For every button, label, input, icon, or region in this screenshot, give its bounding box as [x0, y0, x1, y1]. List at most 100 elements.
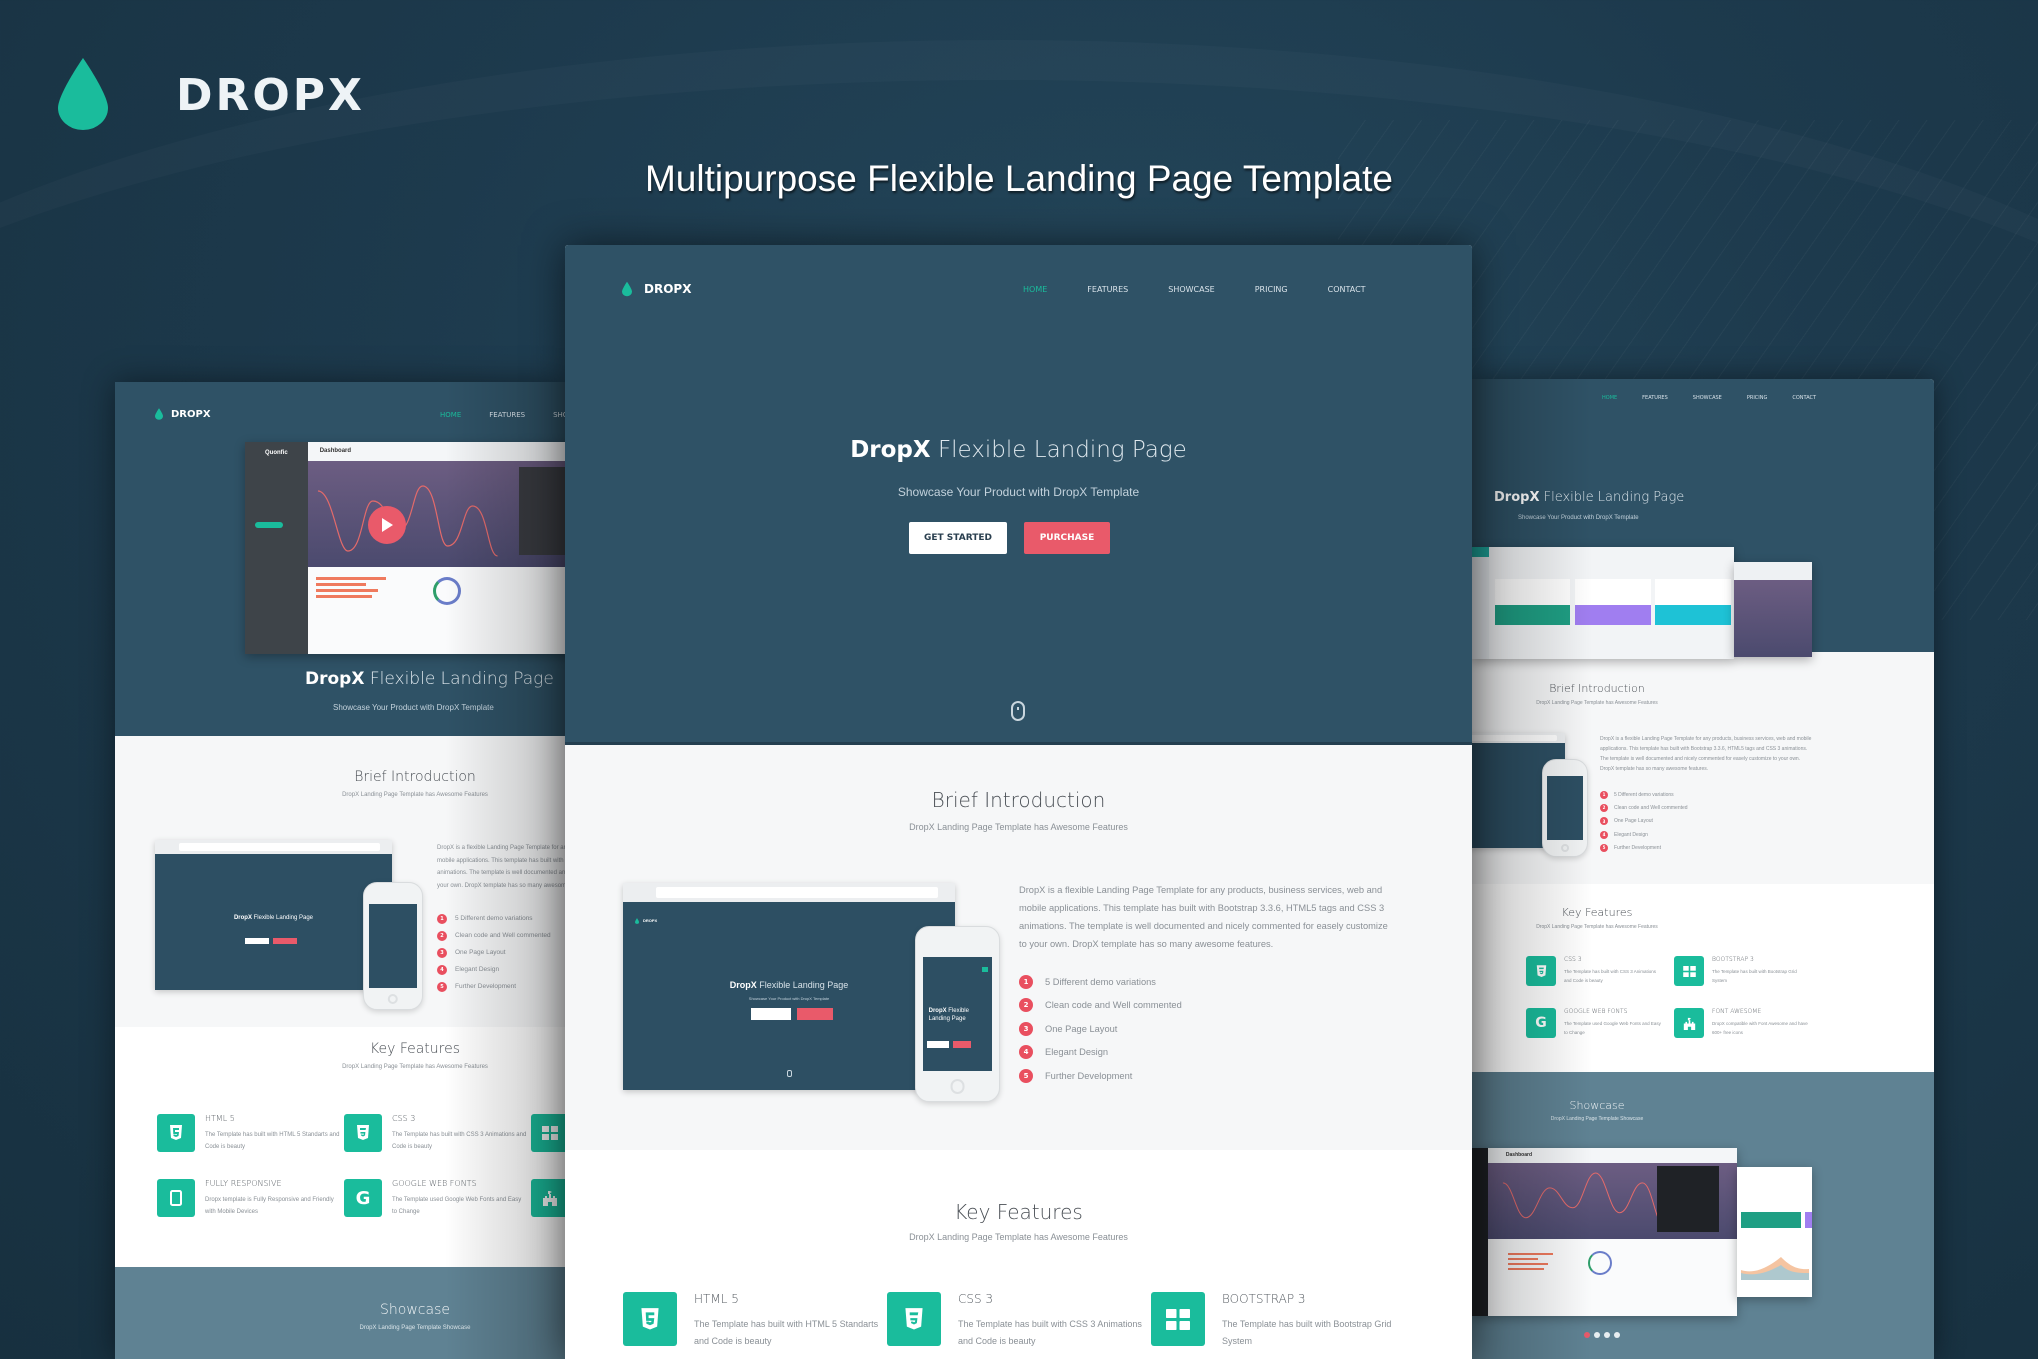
purchase-button[interactable]: PURCHASE [1024, 522, 1110, 554]
carousel-dot[interactable] [1594, 1332, 1600, 1338]
list-item: 5 Further Development [437, 978, 565, 995]
nav-item-features[interactable]: FEATURES [1642, 395, 1668, 401]
nav-item-showcase[interactable]: SHOWCASE [1693, 395, 1722, 401]
nav-menu: HOME FEATURES SHOWCASE PRICING CONTACT [1023, 285, 1366, 294]
feature-google-fonts: G GOOGLE WEB FONTS The Template used Goog… [1526, 1008, 1664, 1038]
nav-item-home[interactable]: HOME [1602, 395, 1617, 401]
feature-font-awesome: FONT AWESOME DropX compatible with Font A… [1674, 1008, 1812, 1038]
dashboard-topbar: Dashboard [307, 442, 565, 462]
desktop-mockup: DROPX DropX Flexible Landing Page Showca… [623, 883, 955, 1090]
showcase-section: Showcase DropX Landing Page Template Sho… [1472, 1072, 1934, 1359]
list-item: 2 Clean code and Well commented [1019, 994, 1319, 1018]
left-preview-panel: DROPX HOME FEATURES SHOWCASE Quonfic Das… [115, 382, 565, 1359]
hero-section: DROPX HOME FEATURES SHOWCASE Quonfic Das… [115, 382, 565, 736]
nav-item-features[interactable]: FEATURES [489, 411, 525, 419]
grid-icon [531, 1114, 565, 1152]
grid-icon [1674, 956, 1704, 986]
intro-feature-list: 15 Different demo variations 2 Clean code… [1600, 788, 1750, 854]
showcase-subtitle: DropX Landing Page Template Showcase [359, 1325, 471, 1331]
brand-logo-text: DROPX [176, 70, 365, 121]
dashboard-lower-widgets [307, 567, 565, 654]
carousel-dot[interactable] [1604, 1332, 1610, 1338]
water-drop-icon [155, 408, 163, 420]
water-drop-icon [622, 281, 632, 297]
nav-item-pricing[interactable]: PRICING [1255, 285, 1288, 294]
dashboard-donut [432, 577, 461, 606]
hero-subtitle: Showcase Your Product with DropX Templat… [1518, 515, 1639, 521]
list-item: 3 One Page Layout [1600, 815, 1750, 828]
water-drop-icon [58, 58, 108, 130]
play-video-button[interactable] [368, 506, 406, 544]
play-icon [382, 518, 393, 532]
nav-logo[interactable]: DROPX [155, 408, 211, 420]
css3-icon [1526, 956, 1556, 986]
feature-html5: HTML 5 The Template has built with HTML 5… [623, 1292, 884, 1350]
feature-css3: CSS 3 The Template has built with CSS 3 A… [1526, 956, 1664, 986]
intro-feature-list: 15 Different demo variations 2 Clean code… [437, 910, 565, 995]
showcase-title: Showcase [1569, 1099, 1625, 1112]
desktop-mockup: DropX Flexible Landing Page [155, 840, 392, 990]
feature-css3: CSS 3 The Template has built with CSS 3 A… [887, 1292, 1148, 1350]
showcase-subtitle: DropX Landing Page Template Showcase [1550, 1116, 1644, 1122]
center-preview-panel: DROPX HOME FEATURES SHOWCASE PRICING CON… [565, 245, 1472, 1359]
nav-item-pricing[interactable]: PRICING [1747, 395, 1768, 401]
features-title: Key Features [954, 1200, 1083, 1224]
list-item: 15 Different demo variations [1019, 970, 1319, 994]
get-started-button[interactable]: GET STARTED [909, 522, 1007, 554]
nav-item-contact[interactable]: CONTACT [1328, 285, 1366, 294]
font-awesome-icon [531, 1179, 565, 1217]
phone-mockup [1542, 759, 1588, 857]
phone-mockup: DropX Flexible Landing Page [915, 926, 1000, 1102]
area-chart [1741, 1257, 1809, 1280]
google-icon: G [1526, 1008, 1556, 1038]
feature-bootstrap-partial [531, 1114, 565, 1152]
admin-card-green [1495, 605, 1570, 625]
hero-title: DropX Flexible Landing Page [850, 437, 1187, 463]
hero-section: DROPX HOME FEATURES SHOWCASE PRICING CON… [565, 245, 1472, 742]
mouse-scroll-icon[interactable] [1011, 701, 1025, 721]
feature-html5: HTML 5 The Template has built with HTML 5… [157, 1114, 340, 1153]
mockup-hero-subtitle: Showcase Your Product with DropX Templat… [748, 995, 830, 1001]
list-item: 3 One Page Layout [437, 944, 565, 961]
hero-title: DropX Flexible Landing Page [1494, 490, 1685, 505]
intro-title: Brief Introduction [931, 788, 1106, 812]
mockup-hero-title: DropX Flexible Landing Page [729, 979, 849, 990]
features-subtitle: DropX Landing Page Template has Awesome … [1536, 924, 1658, 930]
nav-menu: HOME FEATURES SHOWCASE PRICING CONTACT [1602, 395, 1816, 401]
mockup-hero-title: DropX Flexible Landing Page [233, 914, 314, 921]
dashboard-app-name: Quonfic [265, 450, 288, 456]
showcase-dashboard-screenshot: Dashboard [1472, 1148, 1737, 1316]
admin-card-cyan [1655, 605, 1731, 625]
intro-paragraph: DropX is a flexible Landing Page Templat… [1019, 885, 1388, 949]
carousel-dot[interactable] [1584, 1332, 1590, 1338]
carousel-dot[interactable] [1614, 1332, 1620, 1338]
nav-logo-text: DROPX [644, 282, 692, 296]
list-item: 4 Elegant Design [1600, 828, 1750, 841]
features-section: Key Features DropX Landing Page Template… [565, 1150, 1472, 1359]
features-title: Key Features [369, 1041, 461, 1057]
admin-dashboard-screenshot [1472, 547, 1734, 659]
list-item: 4 Elegant Design [1019, 1041, 1319, 1065]
showcase-title: Showcase [380, 1302, 450, 1318]
nav-item-showcase[interactable]: SHOWCASE [1168, 285, 1215, 294]
html5-icon [623, 1292, 677, 1346]
nav-item-contact[interactable]: CONTACT [1792, 395, 1816, 401]
dashboard-sidebar: Quonfic [245, 442, 308, 654]
carousel-dots[interactable] [1584, 1332, 1620, 1338]
nav-item-features[interactable]: FEATURES [1087, 285, 1128, 294]
intro-paragraph: DropX is a flexible Landing Page Templat… [437, 845, 565, 889]
list-item: 15 Different demo variations [1600, 788, 1750, 801]
feature-responsive: FULLY RESPONSIVE Dropx template is Fully … [157, 1179, 340, 1218]
features-subtitle: DropX Landing Page Template has Awesome … [342, 1064, 488, 1070]
list-item: 3 One Page Layout [1019, 1017, 1319, 1041]
dashboard-sidebar-button [255, 522, 283, 528]
nav-item-showcase[interactable]: SHOWCASE [553, 411, 565, 419]
dashboard-activities-panel [519, 467, 565, 556]
dashboard-chart [307, 461, 565, 568]
intro-paragraph: DropX is a flexible Landing Page Templat… [1600, 736, 1812, 772]
chart-screenshot [1734, 562, 1812, 657]
showcase-section: Showcase DropX Landing Page Template Sho… [115, 1267, 565, 1359]
nav-logo[interactable]: DROPX [622, 281, 691, 297]
nav-item-home[interactable]: HOME [440, 411, 461, 419]
nav-item-home[interactable]: HOME [1023, 285, 1047, 294]
